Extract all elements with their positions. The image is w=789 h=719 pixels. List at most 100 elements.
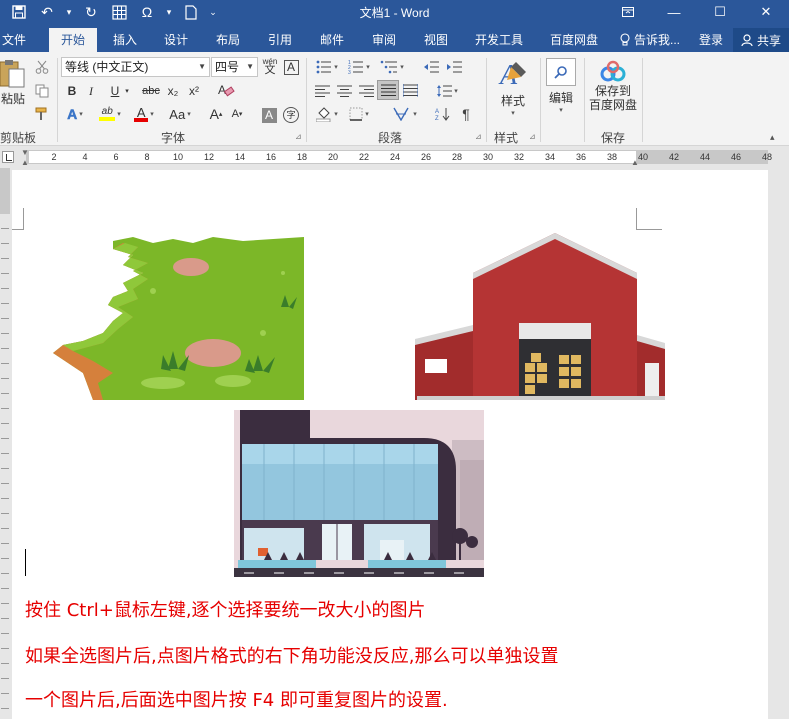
grow-font-button[interactable]: A ▴	[208, 104, 224, 124]
vertical-ruler-tick	[1, 603, 9, 604]
vertical-ruler-tick	[1, 408, 9, 409]
left-indent-marker[interactable]: ▲	[21, 158, 29, 167]
numbering-button[interactable]: 1 2 3 ▾	[345, 57, 373, 77]
multilevel-list-button[interactable]: ▾	[377, 57, 407, 77]
tab-view[interactable]: 视图	[415, 28, 457, 52]
baidu-netdisk-icon	[600, 60, 626, 82]
show-marks-icon[interactable]: ¶	[457, 104, 475, 124]
ribbon-display-icon[interactable]	[605, 0, 651, 24]
paste-button[interactable]: 粘贴	[0, 58, 26, 107]
tab-file[interactable]: 文件	[0, 28, 28, 52]
change-case-button[interactable]: Aa ▾	[165, 104, 195, 124]
subscript-button[interactable]: x₂	[165, 81, 181, 101]
font-name-combo[interactable]: 等线 (中文正文) ▼	[61, 57, 210, 77]
document-line-2[interactable]: 如果全选图片后,点图片格式的右下角功能没反应,那么可以单独设置	[25, 642, 558, 668]
phonetic-char: 文	[264, 64, 276, 76]
window-controls: — ☐ ✕	[605, 0, 789, 24]
ruler-tick-label: 2	[51, 152, 57, 162]
login-link[interactable]: 登录	[699, 31, 723, 48]
horizontal-ruler[interactable]: 2 4 6 8 10 12 14 16 18 20 22 24 26 28 30 32 34 36 38 40 42 44…	[0, 146, 789, 168]
tab-design[interactable]: 设计	[155, 28, 197, 52]
format-painter-icon[interactable]	[34, 104, 50, 124]
document-page[interactable]: 按住 Ctrl+鼠标左键,逐个选择要统一改大小的图片 如果全选图片后,点图片格式…	[12, 170, 768, 719]
vertical-scrollbar[interactable]	[769, 168, 789, 719]
lightbulb-icon	[620, 33, 630, 46]
bold-button[interactable]: B	[64, 81, 80, 101]
save-to-baidu-button[interactable]: 保存到 百度网盘	[587, 60, 639, 112]
justify-icon[interactable]	[377, 80, 399, 100]
modern-building-image[interactable]	[234, 410, 484, 577]
tab-selector[interactable]	[2, 151, 14, 163]
minimize-button[interactable]: —	[651, 0, 697, 24]
underline-button[interactable]: U	[108, 81, 122, 101]
ruler-tick-label: 38	[606, 152, 618, 162]
maximize-button[interactable]: ☐	[697, 0, 743, 24]
superscript-button[interactable]: x²	[186, 81, 202, 101]
numbered-list-icon: 123	[348, 60, 364, 74]
tab-home[interactable]: 开始	[49, 28, 97, 52]
char-border-button[interactable]: A	[282, 57, 300, 77]
ruler-tick-label: 34	[544, 152, 556, 162]
align-center-icon[interactable]	[335, 81, 353, 101]
dialog-launcher-icon[interactable]: ⊿	[529, 132, 536, 141]
tab-baidu-netdisk[interactable]: 百度网盘	[541, 28, 607, 52]
line-spacing-button[interactable]: ▾	[433, 81, 461, 101]
first-line-indent-marker[interactable]: ▼	[21, 148, 29, 157]
italic-button[interactable]: I	[84, 81, 98, 101]
clear-formatting-icon[interactable]: A	[216, 80, 236, 100]
ruler-tick-label: 22	[358, 152, 370, 162]
tell-me-search[interactable]: 告诉我...	[620, 31, 680, 48]
dialog-launcher-icon[interactable]: ⊿	[475, 132, 482, 141]
document-line-3[interactable]: 一个图片后,后面选中图片按 F4 即可重复图片的设置.	[25, 686, 448, 712]
close-button[interactable]: ✕	[743, 0, 789, 24]
document-line-1[interactable]: 按住 Ctrl+鼠标左键,逐个选择要统一改大小的图片	[25, 596, 426, 622]
ruler-tick-label: 18	[296, 152, 308, 162]
vertical-ruler-tick	[1, 273, 9, 274]
styles-button[interactable]: A 样式 ▾	[494, 58, 532, 117]
collapse-ribbon-icon[interactable]: ▴	[770, 132, 775, 143]
text-effects-button[interactable]: A ▾	[64, 104, 86, 124]
ruler-tick-label: 10	[172, 152, 184, 162]
sort-icon[interactable]: AZ	[433, 104, 453, 124]
text-effects-icon: A	[67, 106, 78, 123]
tab-references[interactable]: 引用	[259, 28, 301, 52]
highlight-color-button[interactable]: ab ▾	[97, 104, 123, 124]
enclose-char-button[interactable]: 字	[282, 105, 300, 125]
phonetic-guide-button[interactable]: wén 文	[261, 56, 279, 76]
align-right-icon[interactable]	[357, 81, 375, 101]
vertical-ruler-tick	[1, 663, 9, 664]
underline-dropdown-icon[interactable]: ▾	[123, 81, 131, 101]
dialog-launcher-icon[interactable]: ⊿	[295, 132, 302, 141]
share-button[interactable]: 共享	[733, 28, 789, 52]
tab-layout[interactable]: 布局	[207, 28, 249, 52]
decrease-indent-icon[interactable]	[421, 57, 441, 77]
font-size-combo[interactable]: 四号 ▼	[211, 57, 258, 77]
bullets-button[interactable]: ▾	[313, 57, 341, 77]
grassland-image[interactable]	[53, 233, 304, 400]
chinese-layout-button[interactable]: ▾	[389, 104, 421, 124]
tab-insert[interactable]: 插入	[104, 28, 146, 52]
borders-button[interactable]: ▾	[345, 104, 373, 124]
copy-icon[interactable]	[34, 81, 50, 101]
char-shading-button[interactable]: A	[260, 105, 278, 125]
shading-button[interactable]: ▾	[313, 104, 341, 124]
ruler-tick-label: 36	[575, 152, 587, 162]
strikethrough-button[interactable]: abc	[140, 81, 162, 101]
vertical-ruler[interactable]	[0, 168, 10, 719]
tab-developer[interactable]: 开发工具	[467, 28, 531, 52]
editing-button[interactable]: 编辑 ▾	[544, 58, 578, 114]
margin-corner-mark	[636, 208, 662, 230]
vertical-ruler-tick	[1, 393, 9, 394]
right-indent-marker[interactable]: ▲	[631, 158, 639, 167]
distributed-icon[interactable]	[401, 81, 419, 101]
cut-icon[interactable]	[34, 57, 50, 77]
increase-indent-icon[interactable]	[444, 57, 464, 77]
borders-icon	[349, 107, 363, 121]
font-color-button[interactable]: A ▾	[131, 104, 157, 124]
vertical-ruler-tick	[1, 648, 9, 649]
warehouse-image[interactable]	[415, 233, 665, 400]
tab-review[interactable]: 审阅	[363, 28, 405, 52]
tab-mailings[interactable]: 邮件	[311, 28, 353, 52]
align-left-icon[interactable]	[313, 81, 331, 101]
shrink-font-button[interactable]: A ▾	[229, 104, 245, 124]
